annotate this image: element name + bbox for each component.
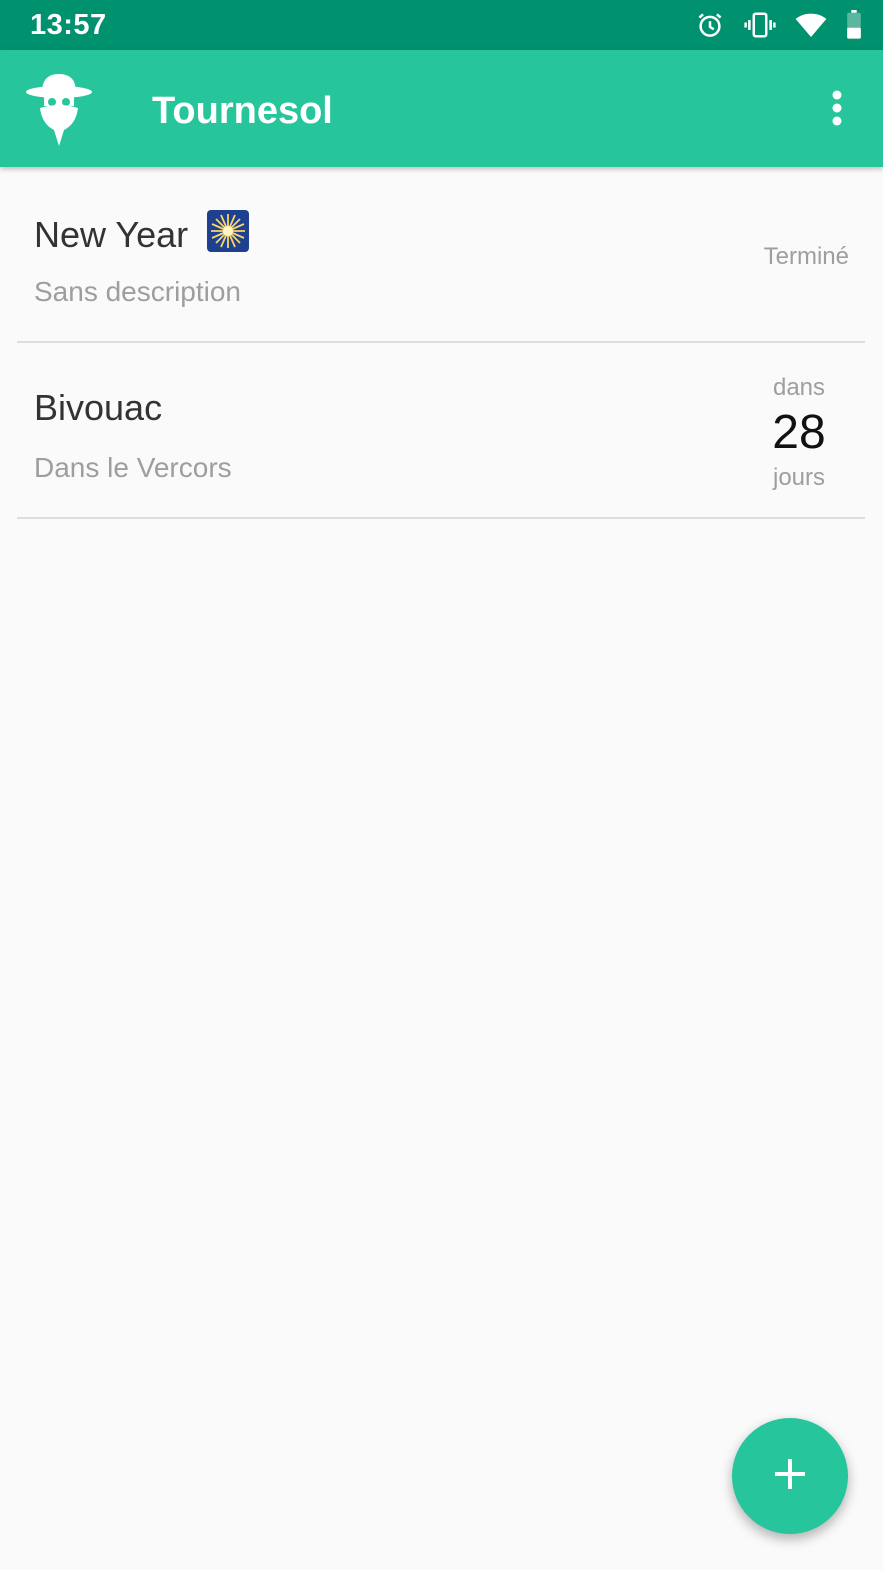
add-event-button[interactable] [732, 1418, 848, 1534]
countdown-suffix: jours [772, 464, 826, 491]
event-list: New Year Sans description Terminé Bivoua… [17, 167, 865, 519]
status-icons [695, 8, 863, 42]
vibrate-icon [743, 10, 777, 40]
professor-logo-icon [24, 68, 94, 148]
status-bar: 13:57 [0, 0, 883, 50]
event-status: Terminé [763, 243, 849, 270]
alarm-icon [695, 10, 725, 40]
app-bar: Tournesol [0, 50, 883, 167]
sparkler-emoji [206, 209, 250, 253]
app-title: Tournesol [152, 90, 333, 132]
more-vert-icon[interactable] [815, 86, 859, 130]
event-description: Sans description [34, 276, 242, 307]
countdown-prefix: dans [772, 374, 826, 401]
status-time: 13:57 [30, 9, 107, 41]
list-item-event[interactable]: New Year Sans description Terminé [17, 167, 865, 343]
countdown-value: 28 [772, 406, 826, 459]
add-icon [773, 1457, 807, 1496]
event-description: Dans le Vercors [34, 452, 232, 483]
event-title: Bivouac [34, 387, 163, 428]
wifi-icon [795, 11, 827, 39]
event-countdown: dans 28 jours [754, 373, 844, 493]
event-title: New Year [34, 209, 250, 256]
battery-icon [845, 10, 863, 40]
list-item-event[interactable]: Bivouac Dans le Vercors dans 28 jours [17, 343, 865, 519]
